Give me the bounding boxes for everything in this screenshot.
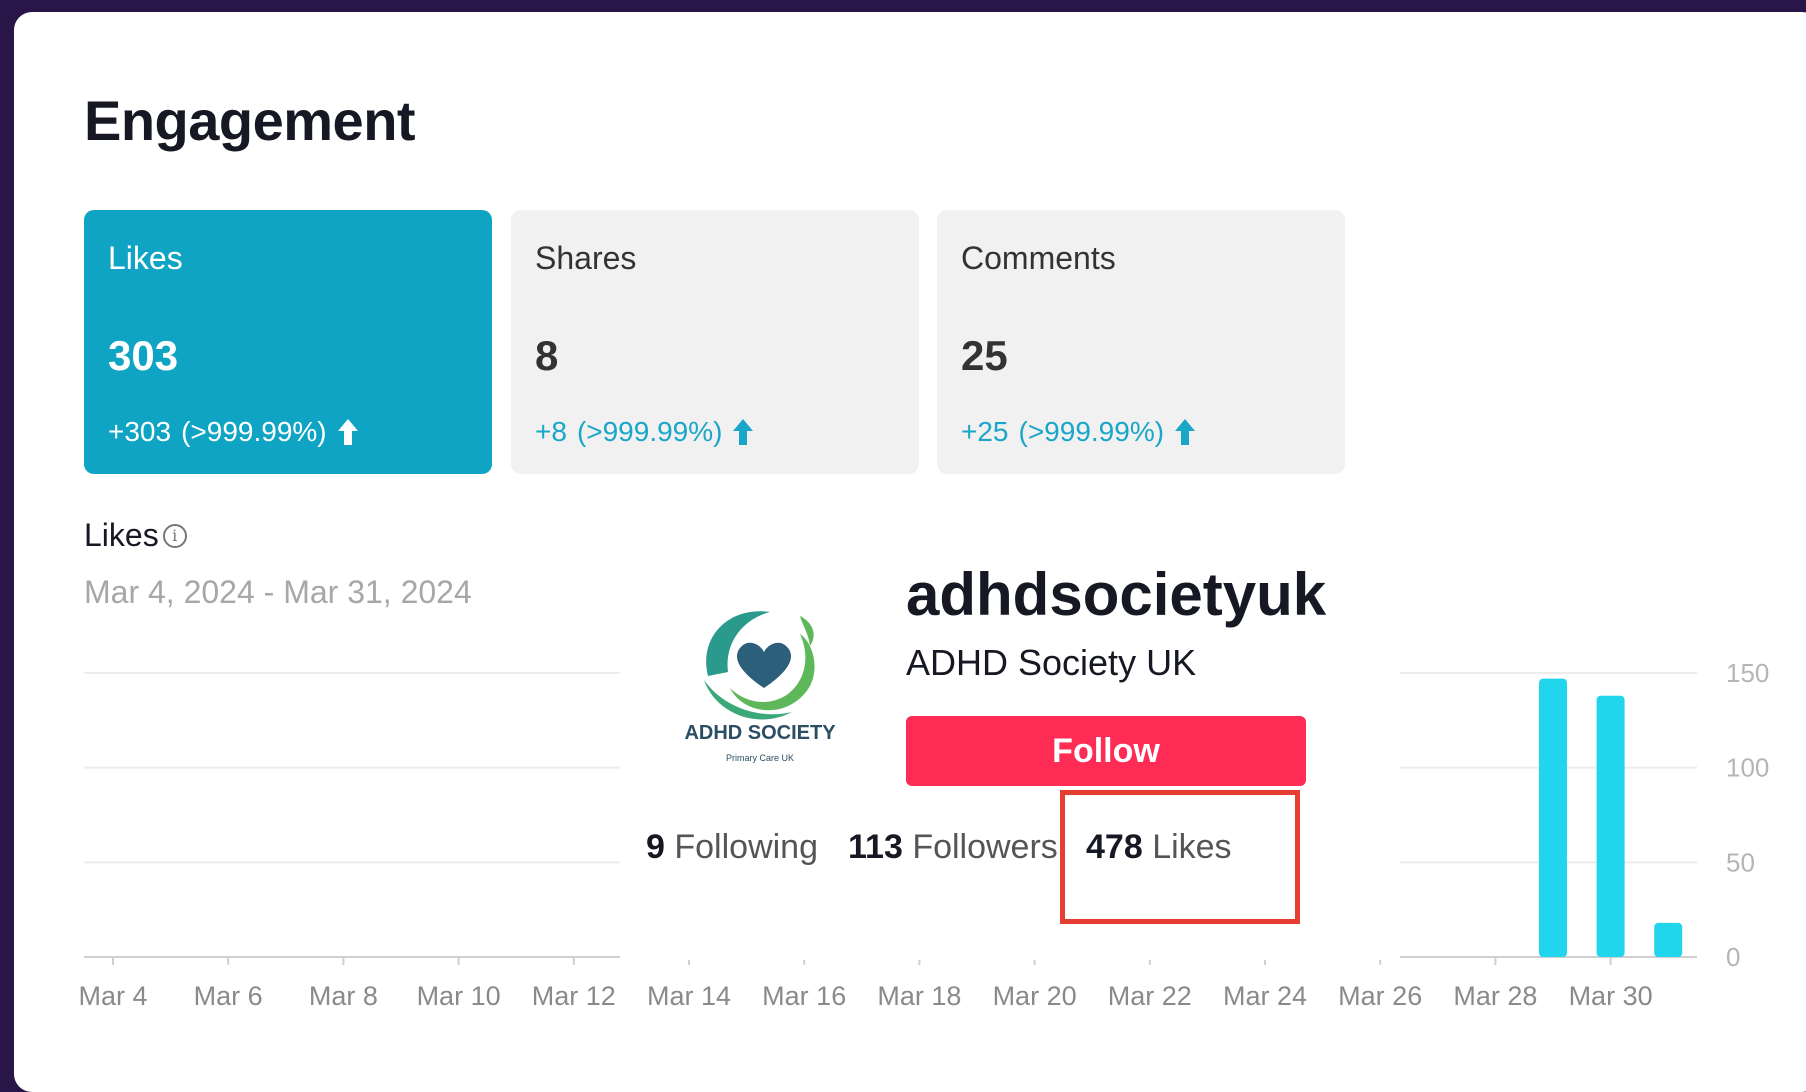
x-tick-label: Mar 18 [877,981,961,1011]
followers-count: 113 [848,828,903,866]
x-tick-label: Mar 26 [1338,981,1422,1011]
y-tick-label: 100 [1726,753,1769,783]
x-tick-label: Mar 20 [993,981,1077,1011]
highlight-box [1060,790,1300,924]
profile-display-name: ADHD Society UK [906,642,1197,683]
following-count: 9 [646,828,665,866]
following-label: Following [674,828,818,866]
followers-stat[interactable]: 113 Followers [848,828,1058,867]
followers-label: Followers [912,828,1058,866]
x-tick-label: Mar 8 [309,981,378,1011]
x-tick-label: Mar 24 [1223,981,1307,1011]
x-tick-label: Mar 4 [78,981,147,1011]
x-tick-label: Mar 6 [194,981,263,1011]
y-tick-label: 150 [1726,658,1769,688]
logo-text: ADHD SOCIETY [684,722,836,744]
profile-username: adhdsocietyuk [906,561,1327,628]
chart-bar [1596,695,1625,957]
logo-subtext: Primary Care UK [725,753,794,763]
follow-button[interactable]: Follow [906,716,1306,786]
x-tick-label: Mar 12 [532,981,616,1011]
following-stat[interactable]: 9 Following [646,828,818,867]
chart-bar [1654,922,1683,957]
x-tick-label: Mar 28 [1453,981,1537,1011]
x-tick-label: Mar 14 [647,981,731,1011]
x-tick-label: Mar 10 [417,981,501,1011]
y-tick-label: 50 [1726,847,1755,877]
profile-logo: ADHD SOCIETY Primary Care UK [660,576,860,766]
x-tick-label: Mar 30 [1569,981,1653,1011]
chart-bar [1539,678,1567,957]
x-tick-label: Mar 16 [762,981,846,1011]
y-tick-label: 0 [1726,942,1740,972]
x-tick-label: Mar 22 [1108,981,1192,1011]
